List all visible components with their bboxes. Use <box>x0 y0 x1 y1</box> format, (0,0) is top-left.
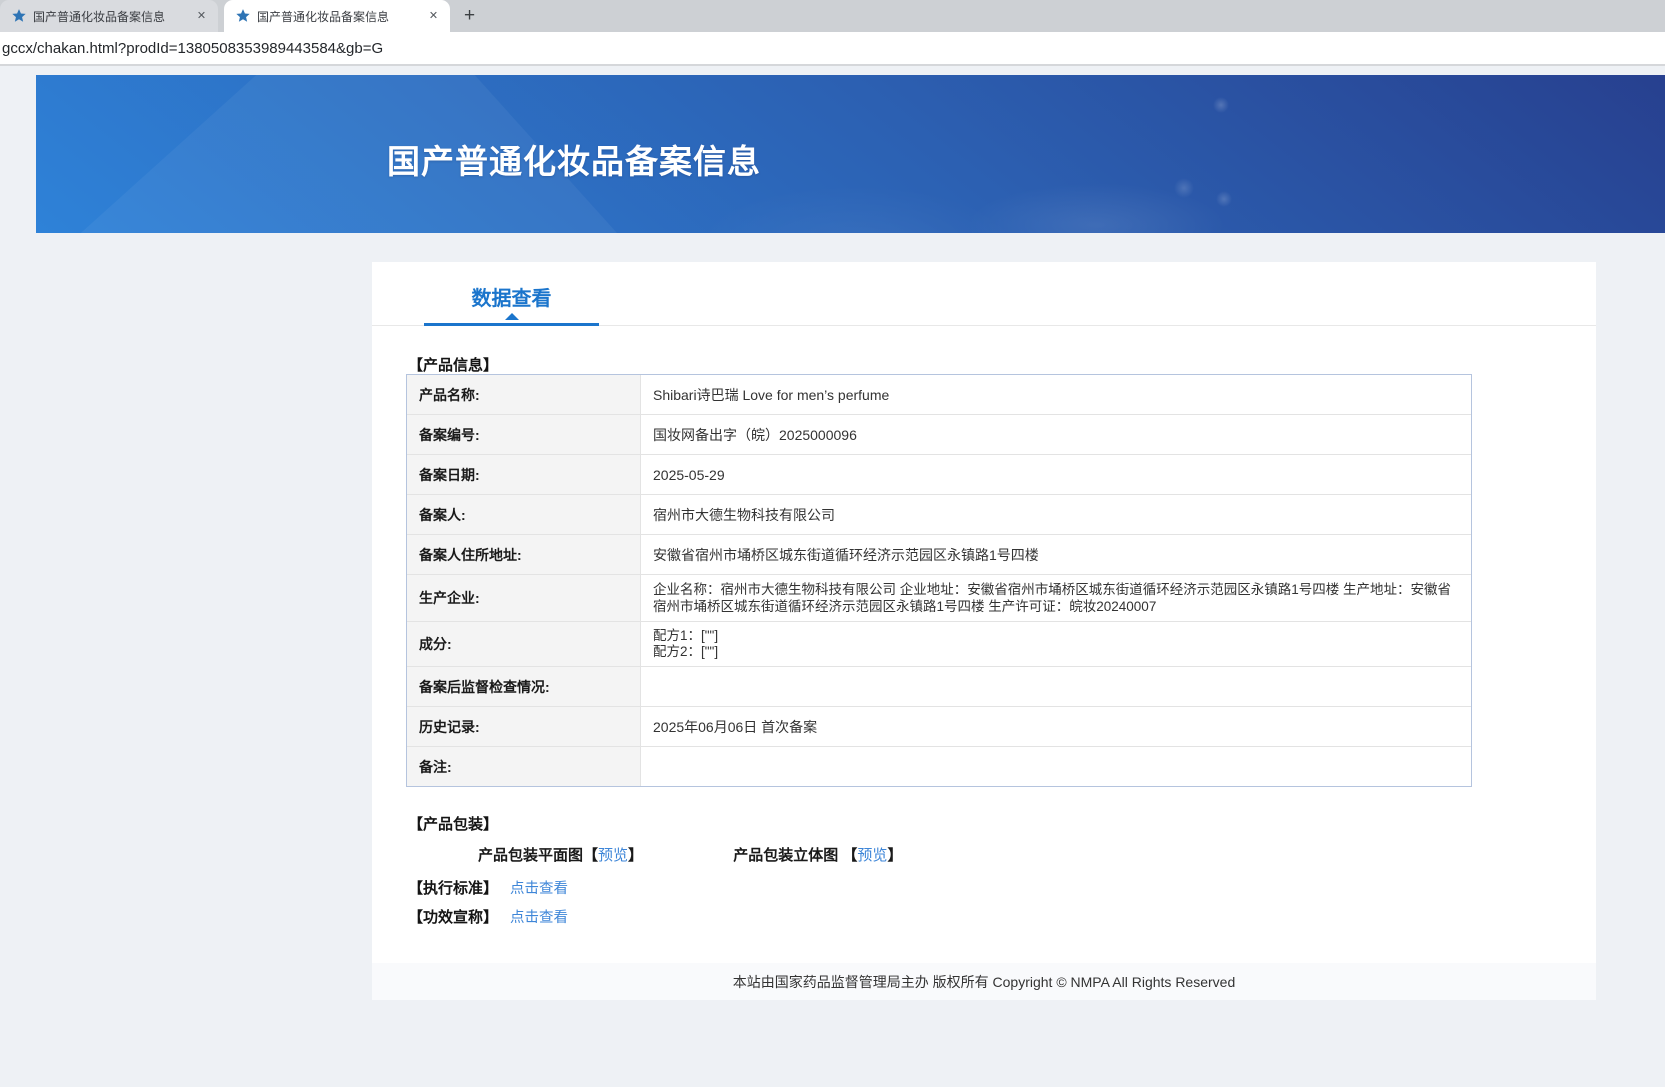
row-label: 备案人: <box>407 495 641 534</box>
row-label: 备案人住所地址: <box>407 535 641 574</box>
page-footer: 本站由国家药品监督管理局主办 版权所有 Copyright © NMPA All… <box>372 963 1596 1000</box>
row-value <box>641 747 1471 786</box>
address-bar[interactable]: gccx/chakan.html?prodId=1380508353989443… <box>0 32 1665 66</box>
url-text: gccx/chakan.html?prodId=1380508353989443… <box>2 39 384 57</box>
banner-title: 国产普通化妆品备案信息 <box>387 143 761 180</box>
row-value <box>641 667 1471 706</box>
row-label: 产品名称: <box>407 375 641 414</box>
table-row: 备案人: 宿州市大德生物科技有限公司 <box>407 494 1471 534</box>
table-row: 备案人住所地址: 安徽省宿州市埇桥区城东街道循环经济示范园区永镇路1号四楼 <box>407 534 1471 574</box>
browser-tab-2-active[interactable]: 国产普通化妆品备案信息 ✕ <box>224 0 450 32</box>
row-label: 备案编号: <box>407 415 641 454</box>
row-value: 国妆网备出字（皖）2025000096 <box>653 426 857 443</box>
star-favicon-icon <box>10 8 27 25</box>
row-label: 历史记录: <box>407 707 641 746</box>
row-value: 宿州市大德生物科技有限公司 <box>653 506 835 523</box>
packaging-item-3d: 产品包装立体图 【预览】 <box>733 847 903 864</box>
packaging-line: 产品包装平面图【预览】 产品包装立体图 【预览】 <box>408 844 902 865</box>
tab-nav: 数据查看 <box>372 262 1596 326</box>
row-label: 备注: <box>407 747 641 786</box>
table-row: 备案后监督检查情况: <box>407 666 1471 706</box>
formula-line: 配方2：[""] <box>653 644 719 659</box>
preview-link[interactable]: 预览 <box>857 847 887 864</box>
table-row: 产品名称: Shibari诗巴瑞 Love for men’s perfume <box>407 375 1471 414</box>
click-to-view-link[interactable]: 点击查看 <box>510 910 568 926</box>
tab-title: 国产普通化妆品备案信息 <box>257 9 390 24</box>
page-banner: 国产普通化妆品备案信息 <box>36 75 1665 233</box>
row-value: 2025年06月06日 首次备案 <box>653 718 818 735</box>
row-value: Shibari诗巴瑞 Love for men’s perfume <box>653 386 890 403</box>
tab-title: 国产普通化妆品备案信息 <box>33 9 166 24</box>
efficacy-heading: 【功效宣称】 <box>408 909 499 926</box>
copyright-text: 本站由国家药品监督管理局主办 版权所有 Copyright © NMPA All… <box>732 973 1236 990</box>
star-favicon-icon <box>234 8 251 25</box>
efficacy-row: 【功效宣称】 点击查看 <box>408 906 568 927</box>
tab-close-icon[interactable]: ✕ <box>425 8 442 25</box>
banner-dots-decoration <box>36 75 1665 233</box>
row-value: 2025-05-29 <box>653 466 725 483</box>
row-value: 配方1：[""] 配方2：[""] <box>641 622 1471 666</box>
browser-tab-strip: 国产普通化妆品备案信息 ✕ 国产普通化妆品备案信息 ✕ + <box>0 0 1665 32</box>
table-row: 生产企业: 企业名称：宿州市大德生物科技有限公司 企业地址：安徽省宿州市埇桥区城… <box>407 574 1471 621</box>
row-label: 备案日期: <box>407 455 641 494</box>
table-row: 备注: <box>407 746 1471 786</box>
product-info-heading: 【产品信息】 <box>408 357 499 374</box>
row-label: 成分: <box>407 622 641 666</box>
table-row: 备案日期: 2025-05-29 <box>407 454 1471 494</box>
table-row: 成分: 配方1：[""] 配方2：[""] <box>407 621 1471 666</box>
browser-tab-1[interactable]: 国产普通化妆品备案信息 ✕ <box>0 0 218 32</box>
table-row: 历史记录: 2025年06月06日 首次备案 <box>407 706 1471 746</box>
product-info-table: 产品名称: Shibari诗巴瑞 Love for men’s perfume … <box>406 374 1472 787</box>
tab-data-view[interactable]: 数据查看 <box>424 280 599 326</box>
tab-close-icon[interactable]: ✕ <box>193 8 210 25</box>
packaging-heading: 【产品包装】 <box>408 816 499 833</box>
row-label: 生产企业: <box>407 575 641 621</box>
new-tab-button[interactable]: + <box>464 6 475 25</box>
row-label: 备案后监督检查情况: <box>407 667 641 706</box>
row-value: 企业名称：宿州市大德生物科技有限公司 企业地址：安徽省宿州市埇桥区城东街道循环经… <box>653 582 1452 614</box>
content-card: 数据查看 【产品信息】 产品名称: Shibari诗巴瑞 Love for me… <box>372 262 1596 963</box>
click-to-view-link[interactable]: 点击查看 <box>510 881 568 897</box>
standard-heading: 【执行标准】 <box>408 880 499 897</box>
packaging-item-flat: 产品包装平面图【预览】 <box>478 847 644 864</box>
preview-link[interactable]: 预览 <box>598 847 628 864</box>
row-value: 安徽省宿州市埇桥区城东街道循环经济示范园区永镇路1号四楼 <box>653 546 1039 563</box>
standard-row: 【执行标准】 点击查看 <box>408 877 568 898</box>
table-row: 备案编号: 国妆网备出字（皖）2025000096 <box>407 414 1471 454</box>
formula-line: 配方1：[""] <box>653 628 719 643</box>
